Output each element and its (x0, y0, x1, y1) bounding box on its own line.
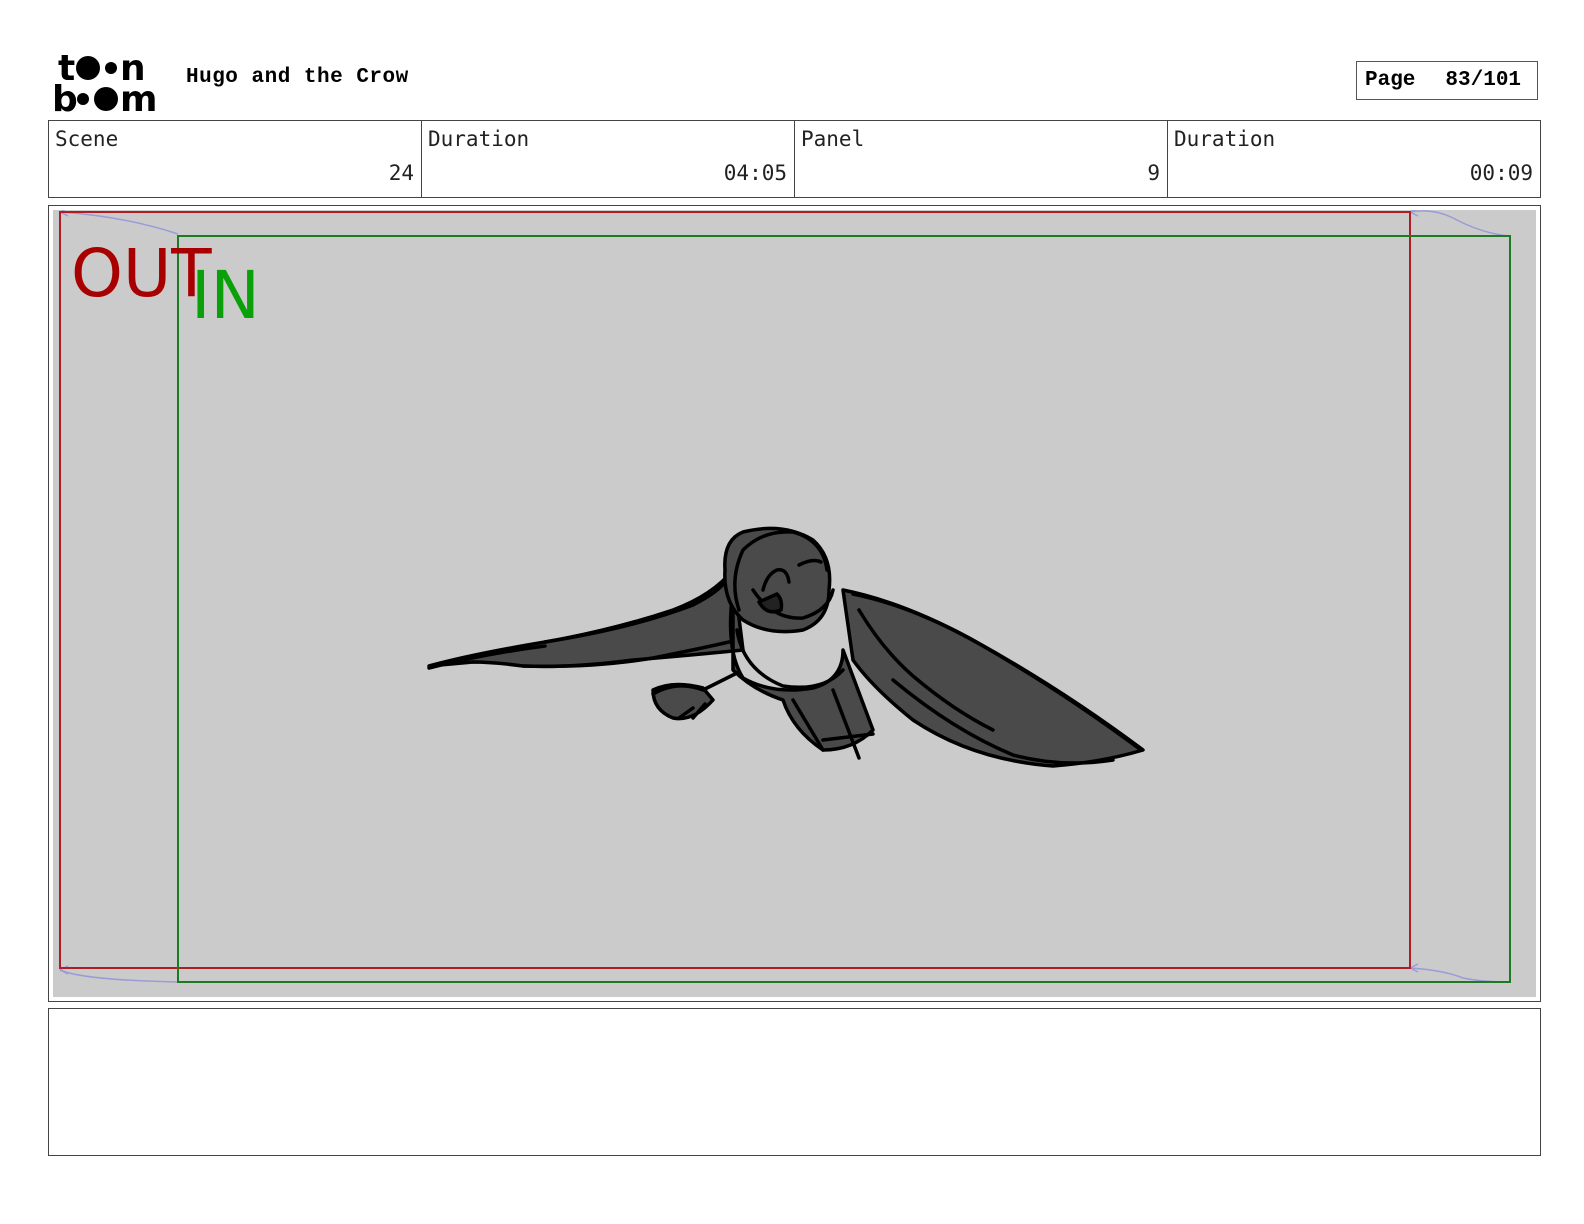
panel-duration-value: 00:09 (1469, 161, 1533, 185)
storyboard-panel: OUT IN (48, 205, 1541, 1002)
scene-number: 24 (388, 161, 414, 185)
scene-duration-label: Duration (428, 127, 530, 151)
project-title: Hugo and the Crow (186, 66, 409, 89)
panel-notes-area[interactable] (48, 1008, 1541, 1156)
page-counter: Page 83/101 (1356, 61, 1538, 100)
scene-label: Scene (55, 127, 119, 151)
panel-info-table: Scene 24 Duration 04:05 Panel 9 Duration… (48, 120, 1541, 198)
toon-boom-logo: t n b m (52, 50, 158, 114)
panel-cell: Panel 9 (795, 121, 1168, 197)
panel-drawing: OUT IN (59, 210, 1511, 983)
scene-duration-value: 04:05 (723, 161, 787, 185)
panel-duration-cell: Duration 00:09 (1168, 121, 1540, 197)
panel-canvas: OUT IN (53, 210, 1536, 997)
crow-drawing (427, 526, 1145, 768)
page-number: 83/101 (1445, 69, 1522, 92)
panel-number: 9 (1147, 161, 1160, 185)
panel-duration-label: Duration (1174, 127, 1276, 151)
svg-text:b: b (52, 79, 78, 114)
in-label: IN (191, 257, 260, 334)
scene-cell: Scene 24 (49, 121, 422, 197)
panel-label: Panel (801, 127, 865, 151)
svg-text:m: m (120, 79, 158, 114)
scene-duration-cell: Duration 04:05 (422, 121, 795, 197)
page-label: Page (1365, 69, 1416, 92)
